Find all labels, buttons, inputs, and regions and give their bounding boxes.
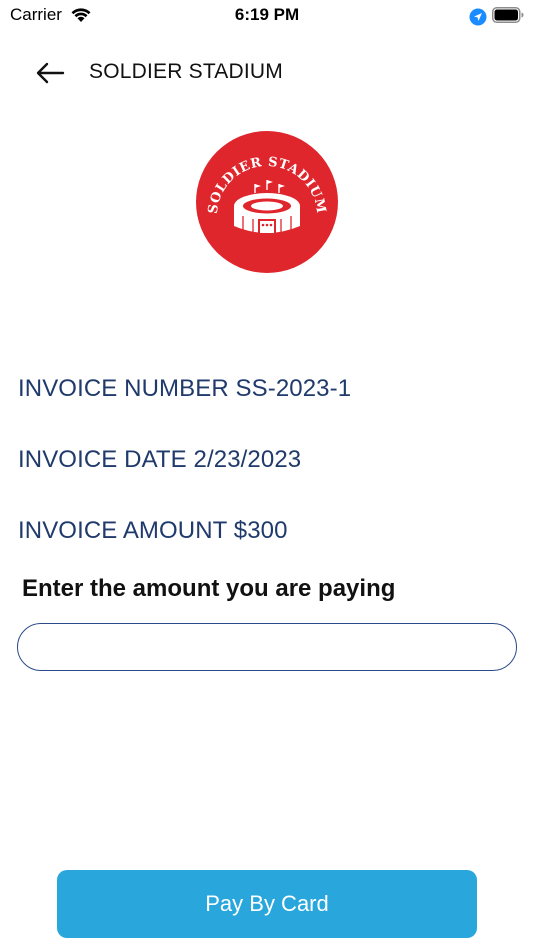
pay-by-card-button[interactable]: Pay By Card: [57, 870, 477, 938]
nav-bar: SOLDIER STADIUM: [0, 52, 534, 92]
location-icon: [469, 8, 487, 31]
screen: Carrier 6:19 PM SOLDIER STADIUM SOLDIER …: [0, 0, 534, 950]
payment-amount-input[interactable]: [17, 623, 517, 671]
back-button[interactable]: [30, 58, 70, 88]
invoice-number: INVOICE NUMBER SS-2023-1: [18, 375, 352, 402]
battery-icon: [492, 7, 524, 28]
page-title: SOLDIER STADIUM: [89, 60, 283, 83]
invoice-amount: INVOICE AMOUNT $300: [18, 517, 288, 544]
invoice-date: INVOICE DATE 2/23/2023: [18, 446, 302, 473]
status-bar: Carrier 6:19 PM: [0, 0, 534, 32]
stadium-logo: SOLDIER STADIUM: [195, 130, 339, 274]
clock: 6:19 PM: [234, 5, 300, 24]
arrow-left-icon: [36, 62, 65, 84]
payment-prompt: Enter the amount you are paying: [22, 575, 396, 602]
